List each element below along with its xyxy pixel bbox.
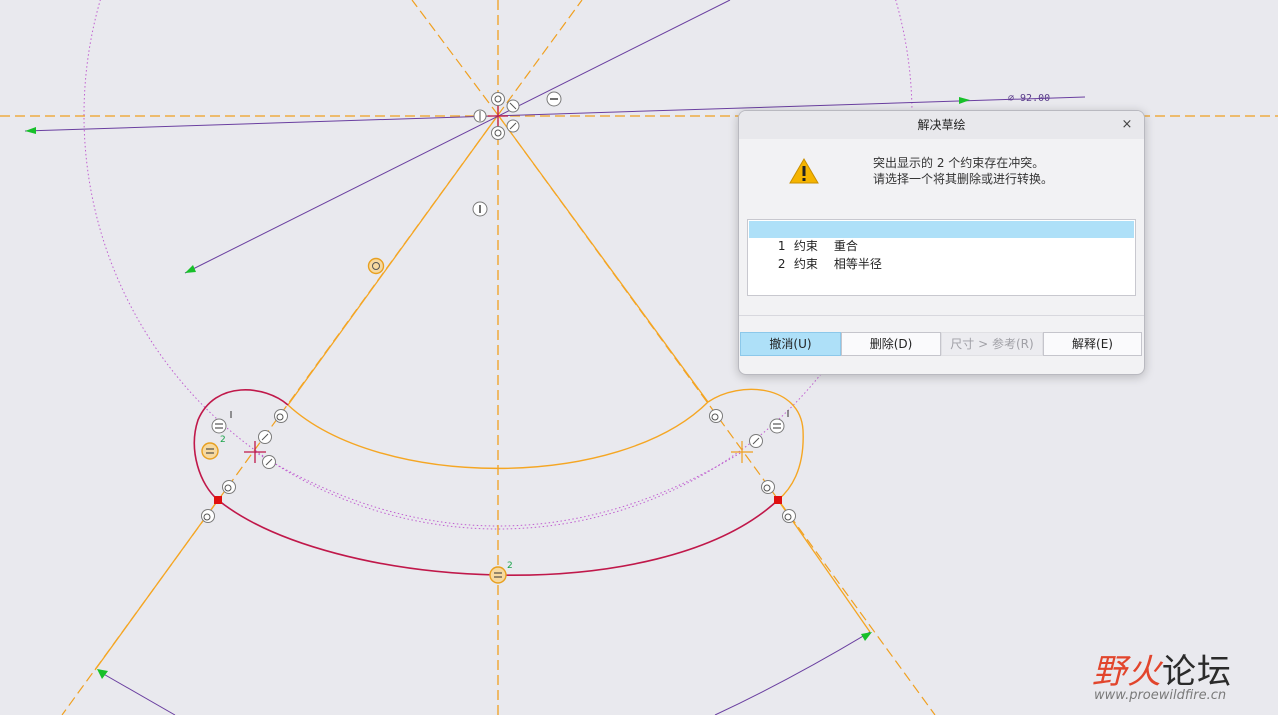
undo-button[interactable]: 撤消(U) (740, 332, 841, 356)
dialog-separator (739, 315, 1144, 316)
vertical-constraint-icon[interactable] (472, 201, 488, 217)
pointonline-constraint-icon[interactable] (258, 430, 272, 444)
conflict-point-right[interactable] (774, 496, 782, 504)
watermark-brand-a: 野火 (1092, 652, 1162, 692)
pointonline-constraint-icon[interactable] (506, 119, 520, 133)
equal-index-bottom: 2 (507, 561, 513, 571)
horizontal-constraint-icon[interactable] (546, 91, 562, 107)
dialog-titlebar[interactable]: 解决草绘 × (739, 111, 1144, 139)
pointonline-constraint-icon[interactable] (262, 455, 276, 469)
equal-index-left: 2 (220, 435, 226, 445)
tangent-constraint-icon[interactable] (709, 409, 723, 423)
message-line-1: 突出显示的 2 个约束存在冲突。 (873, 156, 1045, 170)
conflict-name: 相等半径 (833, 257, 882, 271)
left-geometry-line[interactable] (287, 114, 499, 406)
conflict-name: 重合 (833, 239, 858, 253)
angle-arrow-lower-right (861, 632, 872, 641)
conflict-equal-icon[interactable] (489, 566, 507, 584)
tangent-constraint-icon[interactable] (761, 480, 775, 494)
conflict-list[interactable]: 1 约束 重合 2 约束 相等半径 (747, 219, 1136, 296)
center-point-top[interactable] (488, 106, 508, 126)
tangent-constraint-icon[interactable] (222, 480, 236, 494)
conflict-kind: 约束 (793, 257, 818, 271)
equal-constraint-icon[interactable] (769, 418, 785, 434)
diameter-dimension-text[interactable]: ⌀ 92.00 (1008, 93, 1050, 104)
message-line-2: 请选择一个将其删除或进行转换。 (873, 172, 1054, 186)
explain-button[interactable]: 解释(E) (1043, 332, 1142, 356)
conflict-point-left[interactable] (214, 496, 222, 504)
resolve-sketch-dialog[interactable]: 解决草绘 × 突出显示的 2 个约束存在冲突。 请选择一个将其删除或进行转换。 … (738, 110, 1145, 375)
angle-dimension-leader[interactable] (184, 0, 731, 274)
conflict-kind: 约束 (793, 239, 818, 253)
tangent-constraint-icon[interactable] (782, 509, 796, 523)
dialog-title: 解决草绘 (917, 118, 966, 132)
angle-dimension-arc-left[interactable] (99, 671, 176, 715)
tangent-constraint-icon[interactable] (274, 409, 288, 423)
delete-button[interactable]: 删除(D) (841, 332, 941, 356)
pointonline-constraint-icon[interactable] (473, 109, 487, 123)
dimension-arrow-left (25, 127, 36, 134)
conflict-index: 1 (777, 239, 786, 253)
warning-triangle-icon (789, 158, 819, 184)
conflict-coincident-icon[interactable] (367, 257, 385, 275)
angle-dimension-arc-right[interactable] (714, 631, 871, 715)
pointonline-constraint-icon[interactable] (749, 434, 763, 448)
coincident-constraint-icon[interactable] (491, 92, 505, 106)
close-icon[interactable]: × (1118, 111, 1136, 139)
pointonline-constraint-icon[interactable] (506, 99, 520, 113)
dim-to-reference-button[interactable]: 尺寸 > 参考(R) (941, 332, 1043, 356)
forum-watermark: 野火论坛 www.proewildfire.cn (1092, 630, 1272, 710)
conflict-equal-icon[interactable] (201, 442, 219, 460)
left-lower-geometry-line[interactable] (94, 499, 219, 671)
angle-arrow-upper (185, 265, 196, 273)
tangent-constraint-icon[interactable] (201, 509, 215, 523)
dimension-arrow-right (959, 97, 970, 104)
watermark-logo: 野火论坛 (1092, 644, 1232, 693)
dialog-message: 突出显示的 2 个约束存在冲突。 请选择一个将其删除或进行转换。 (873, 155, 1053, 187)
conflict-index: 2 (777, 257, 786, 271)
dialog-button-bar: 撤消(U) 删除(D) 尺寸 > 参考(R) 解释(E) (740, 332, 1143, 356)
equal-constraint-icon[interactable] (211, 418, 227, 434)
right-geometry-line[interactable] (497, 114, 709, 403)
coincident-constraint-icon[interactable] (491, 126, 505, 140)
angle-arrow-lower-left (97, 669, 108, 679)
watermark-brand-b: 论坛 (1162, 652, 1232, 692)
diagonal-centerline-upper-left[interactable] (411, 0, 499, 116)
conflict-list-item[interactable]: 1 约束 重合 (749, 221, 1134, 253)
diagonal-centerline-upper-right[interactable] (497, 0, 583, 116)
watermark-url: www.proewildfire.cn (1094, 688, 1227, 703)
